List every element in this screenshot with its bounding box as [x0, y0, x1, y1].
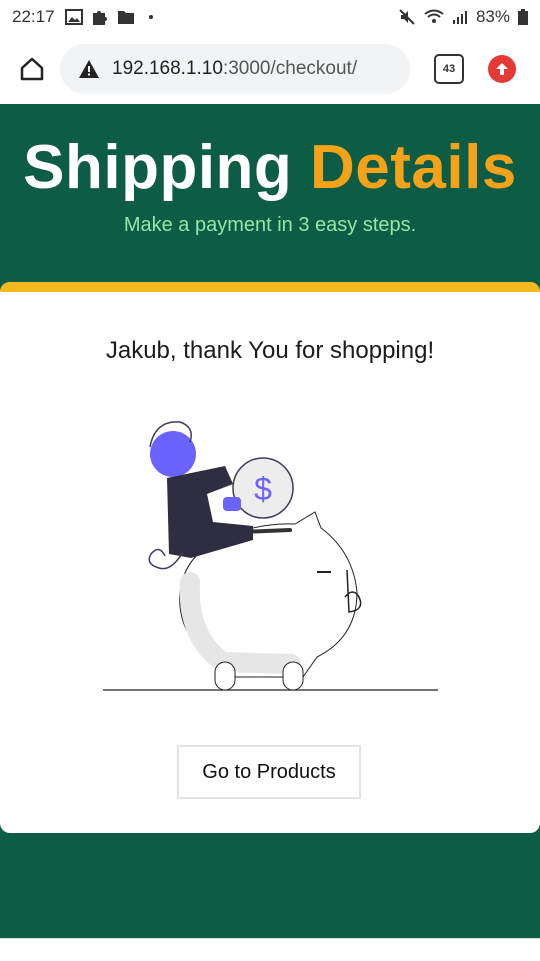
status-bar: 22:17 83%	[0, 0, 540, 34]
home-button[interactable]	[14, 51, 50, 87]
battery-percent: 83%	[475, 7, 510, 26]
title-accent: Details	[310, 133, 517, 202]
page-title: Shipping Details	[0, 132, 540, 203]
home-icon	[20, 57, 44, 81]
signal-icon	[452, 11, 467, 24]
address-bar[interactable]: 192.168.1.10:3000/checkout/	[60, 44, 410, 94]
dot-icon	[148, 15, 153, 19]
bottom-edge	[0, 938, 540, 961]
thank-you-message: Jakub, thank You for shopping!	[105, 337, 435, 364]
battery-icon	[518, 9, 528, 25]
go-to-products-button[interactable]: Go to Products	[177, 745, 361, 799]
warning-icon[interactable]	[78, 59, 100, 79]
browser-toolbar: 192.168.1.10:3000/checkout/ 43	[0, 34, 540, 104]
folder-icon	[117, 11, 134, 24]
gallery-icon	[64, 9, 83, 25]
title-main: Shipping	[23, 133, 293, 202]
puzzle-icon	[92, 11, 107, 25]
status-time: 22:17	[12, 7, 55, 26]
page-subtitle: Make a payment in 3 easy steps.	[123, 214, 417, 236]
svg-text:$: $	[254, 471, 272, 507]
url-path: :3000/checkout/	[222, 58, 358, 79]
tab-switcher-button[interactable]: 43	[434, 54, 464, 84]
wifi-icon	[424, 9, 444, 23]
thank-you-card: Jakub, thank You for shopping! $ Go to P…	[0, 282, 540, 833]
arrow-up-icon	[496, 63, 508, 75]
card-accent-stripe	[0, 282, 540, 292]
update-button[interactable]	[488, 55, 516, 83]
url-host: 192.168.1.10	[112, 58, 223, 79]
piggy-bank-illustration: $	[103, 421, 438, 691]
url-text[interactable]: 192.168.1.10:3000/checkout/	[112, 58, 357, 80]
mute-icon	[399, 9, 415, 25]
